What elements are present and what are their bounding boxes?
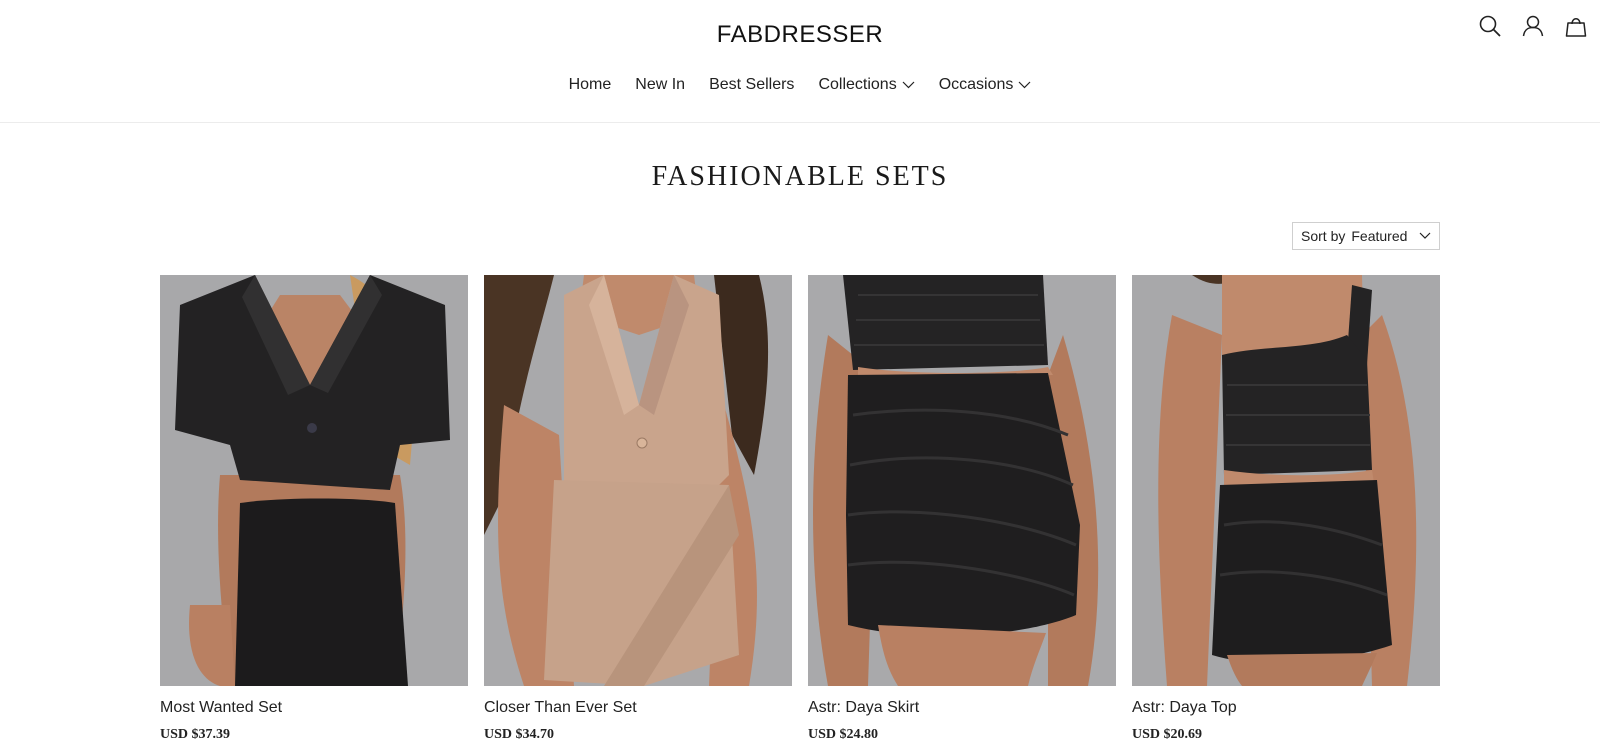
main-nav: Home New In Best Sellers Collections Occ…	[0, 76, 1600, 94]
site-logo[interactable]: FABDRESSER	[0, 21, 1600, 49]
product-price: USD $24.80	[808, 727, 879, 742]
product-card[interactable]: Astr: Daya Top USD $20.69	[1132, 275, 1440, 743]
nav-item-occasions[interactable]: Occasions	[939, 76, 1032, 94]
account-icon[interactable]	[1520, 13, 1545, 38]
nav-item-label: Home	[568, 76, 612, 93]
product-image[interactable]	[160, 275, 468, 686]
site-header: FABDRESSER Home New In Best Sellers Coll…	[0, 0, 1600, 123]
product-grid: Most Wanted Set USD $37.39 Closer Than E…	[160, 275, 1440, 743]
nav-item-label: Best Sellers	[709, 76, 795, 93]
product-image[interactable]	[1132, 275, 1440, 686]
product-name[interactable]: Astr: Daya Top	[1132, 699, 1440, 719]
sort-value: Featured	[1351, 228, 1408, 244]
nav-item-label: Collections	[818, 76, 897, 93]
product-price: USD $34.70	[484, 727, 555, 742]
nav-item-best-sellers[interactable]: Best Sellers	[709, 76, 794, 94]
product-card[interactable]: Most Wanted Set USD $37.39	[160, 275, 468, 743]
nav-item-label: Occasions	[938, 76, 1014, 93]
header-icons	[1477, 13, 1588, 38]
nav-item-new-in[interactable]: New In	[635, 76, 685, 94]
product-card[interactable]: Astr: Daya Skirt USD $24.80	[808, 275, 1116, 743]
sort-dropdown[interactable]: Sort by Featured	[1292, 222, 1440, 250]
chevron-down-icon	[902, 81, 915, 89]
product-price: USD $20.69	[1132, 727, 1203, 742]
product-price: USD $37.39	[160, 727, 231, 742]
product-name[interactable]: Closer Than Ever Set	[484, 699, 792, 719]
nav-item-label: New In	[635, 76, 686, 93]
product-image[interactable]	[484, 275, 792, 686]
nav-item-home[interactable]: Home	[569, 76, 612, 94]
cart-icon[interactable]	[1563, 13, 1588, 38]
page-title: FASHIONABLE SETS	[651, 161, 949, 192]
chevron-down-icon	[1419, 232, 1431, 239]
nav-item-collections[interactable]: Collections	[818, 76, 915, 94]
search-icon[interactable]	[1477, 13, 1502, 38]
chevron-down-icon	[1018, 81, 1031, 89]
product-image[interactable]	[808, 275, 1116, 686]
sort-label: Sort by	[1301, 228, 1346, 244]
product-card[interactable]: Closer Than Ever Set USD $34.70	[484, 275, 792, 743]
product-name[interactable]: Astr: Daya Skirt	[808, 699, 1116, 719]
product-name[interactable]: Most Wanted Set	[160, 699, 468, 719]
